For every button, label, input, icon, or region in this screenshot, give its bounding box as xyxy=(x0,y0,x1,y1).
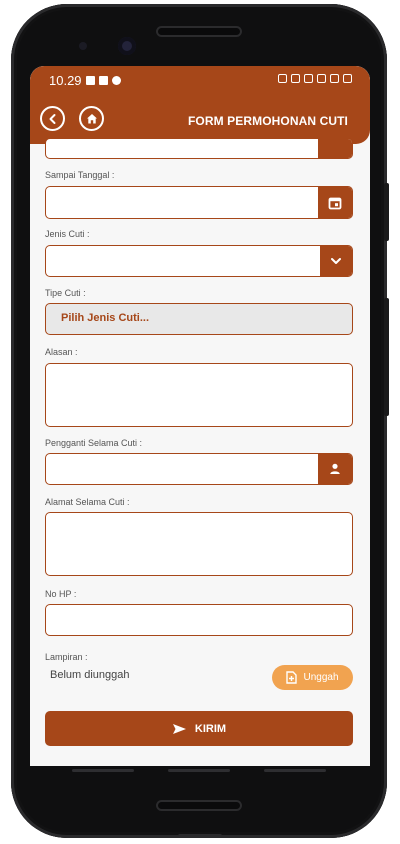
end-date-picker-button[interactable] xyxy=(318,187,352,218)
chevron-down-icon xyxy=(331,258,341,264)
calendar-icon xyxy=(328,197,342,209)
reason-label: Alasan : xyxy=(45,347,78,357)
home-button[interactable] xyxy=(79,106,104,131)
leave-kind-select[interactable] xyxy=(45,245,353,277)
upload-file-icon xyxy=(286,671,298,684)
leave-type-display: Pilih Jenis Cuti... xyxy=(45,303,353,335)
nav-home-line xyxy=(168,769,230,772)
address-label: Alamat Selama Cuti : xyxy=(45,497,130,507)
submit-label: KIRIM xyxy=(194,722,227,735)
upload-label: Unggah xyxy=(303,672,339,683)
top-speaker xyxy=(156,26,242,37)
home-icon xyxy=(86,113,97,123)
attachment-label: Lampiran : xyxy=(45,652,88,662)
location-icon xyxy=(304,74,313,83)
facebook-icon xyxy=(98,76,108,85)
nav-recent-line xyxy=(264,769,326,772)
front-camera xyxy=(118,37,136,55)
start-date-picker-button[interactable] xyxy=(318,139,352,158)
alarm-icon xyxy=(278,74,287,83)
upload-button[interactable]: Unggah xyxy=(272,665,353,690)
app-header: 10.29 FORM PERMOHONAN CUTI xyxy=(30,66,370,144)
status-bar: 10.29 xyxy=(49,73,121,88)
back-button[interactable] xyxy=(40,106,65,131)
page-title: FORM PERMOHONAN CUTI xyxy=(188,114,348,128)
reason-textarea[interactable] xyxy=(45,363,353,427)
leave-kind-dropdown-button[interactable] xyxy=(320,246,352,276)
app-screen: 10.29 FORM PERMOHONAN CUTI Sampai Tangga… xyxy=(30,66,370,766)
person-icon xyxy=(330,463,340,474)
mute-icon xyxy=(291,74,300,83)
sensor xyxy=(79,42,87,50)
phone-input[interactable] xyxy=(45,604,353,636)
address-textarea[interactable] xyxy=(45,512,353,576)
end-date-label: Sampai Tanggal : xyxy=(45,170,115,180)
signal-icon xyxy=(330,74,339,83)
substitute-label: Pengganti Selama Cuti : xyxy=(45,438,143,448)
substitute-input[interactable] xyxy=(45,453,353,485)
attachment-status: Belum diunggah xyxy=(50,669,130,681)
send-icon xyxy=(172,723,186,734)
start-date-input[interactable] xyxy=(45,138,353,159)
nav-back-line xyxy=(72,769,134,772)
leave-kind-label: Jenis Cuti : xyxy=(45,229,90,239)
leave-type-label: Tipe Cuti : xyxy=(45,288,86,298)
battery-icon xyxy=(343,74,352,83)
status-icons xyxy=(278,74,352,83)
phone-bottom-strip xyxy=(178,834,222,838)
submit-button[interactable]: KIRIM xyxy=(45,711,353,746)
volume-button xyxy=(384,298,389,416)
power-button xyxy=(384,183,389,241)
whatsapp-icon xyxy=(111,76,121,85)
pick-substitute-button[interactable] xyxy=(318,454,352,484)
notification-icon xyxy=(85,76,95,85)
status-time: 10.29 xyxy=(49,73,82,88)
back-icon xyxy=(49,113,55,124)
end-date-input[interactable] xyxy=(45,186,353,219)
bottom-speaker xyxy=(156,800,242,811)
phone-label: No HP : xyxy=(45,589,77,599)
wifi-icon xyxy=(317,74,326,83)
